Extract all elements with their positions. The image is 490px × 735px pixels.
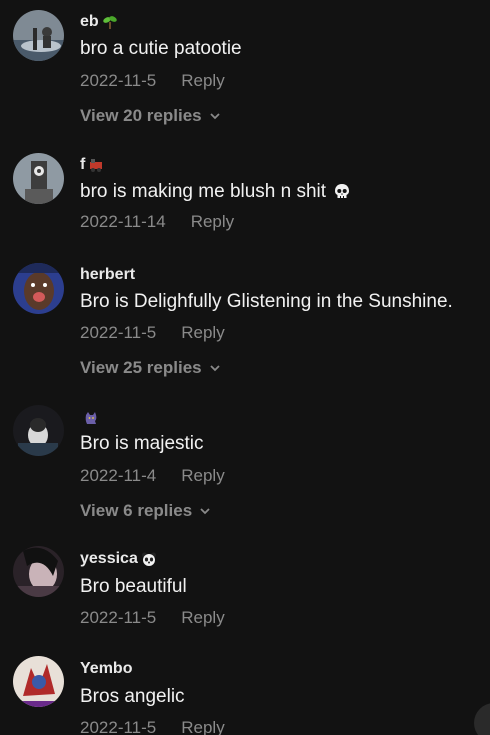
reply-button[interactable]: Reply — [181, 465, 224, 487]
avatar[interactable] — [13, 405, 64, 456]
reply-button[interactable]: Reply — [181, 322, 224, 344]
chevron-down-icon — [209, 362, 221, 374]
black-cat-emoji-icon — [83, 410, 99, 426]
comment-date: 2022-11-5 — [80, 608, 157, 627]
comment-text: bro a cutie patootie — [80, 38, 242, 59]
reply-button[interactable]: Reply — [181, 70, 224, 92]
comment-text: bro is making me blush n shit — [80, 180, 352, 204]
view-replies-button[interactable]: View 25 replies — [80, 357, 221, 379]
locomotive-emoji-icon — [88, 157, 104, 173]
comment-meta: 2022-11-5 Reply — [80, 322, 225, 344]
skull-emoji-icon — [332, 182, 352, 202]
comment-meta: 2022-11-4 Reply — [80, 465, 225, 487]
avatar[interactable] — [13, 263, 64, 314]
view-replies-button[interactable]: View 6 replies — [80, 500, 211, 522]
comment-text: Bro is Delighfully Glistening in the Sun… — [80, 291, 453, 312]
comment-text: Bro is majestic — [80, 433, 204, 454]
chevron-down-icon — [199, 505, 211, 517]
avatar[interactable] — [13, 546, 64, 597]
comment-text: Bro beautiful — [80, 576, 187, 597]
view-replies-button[interactable]: View 20 replies — [80, 105, 221, 127]
comment-username[interactable]: herbert — [80, 265, 135, 285]
chevron-down-icon — [209, 110, 221, 122]
comment-date: 2022-11-4 — [80, 466, 157, 485]
avatar[interactable] — [13, 10, 64, 61]
comment-meta: 2022-11-5 Reply — [80, 717, 225, 735]
comment-username[interactable]: yessica — [80, 549, 157, 569]
comment-username[interactable]: Yembo — [80, 659, 132, 679]
comment-date: 2022-11-14 — [80, 212, 166, 231]
reply-button[interactable]: Reply — [191, 211, 234, 233]
comment-meta: 2022-11-14 Reply — [80, 211, 234, 233]
comment-username[interactable] — [80, 408, 99, 428]
seedling-emoji-icon — [102, 14, 118, 30]
comment-date: 2022-11-5 — [80, 71, 157, 90]
comment-username[interactable]: f — [80, 155, 104, 175]
reply-button[interactable]: Reply — [181, 607, 224, 629]
avatar[interactable] — [13, 153, 64, 204]
comment-date: 2022-11-5 — [80, 323, 157, 342]
comment-date: 2022-11-5 — [80, 718, 157, 735]
avatar[interactable] — [13, 656, 64, 707]
comment-text: Bros angelic — [80, 686, 185, 707]
comment-meta: 2022-11-5 Reply — [80, 607, 225, 629]
reply-button[interactable]: Reply — [181, 717, 224, 735]
panda-emoji-icon — [141, 551, 157, 567]
comment-list: eb bro a cutie patootie 2022-11-5 Reply … — [0, 0, 490, 735]
comment-username[interactable]: eb — [80, 12, 118, 32]
comment-meta: 2022-11-5 Reply — [80, 70, 225, 92]
scroll-to-top-button[interactable] — [474, 703, 490, 735]
